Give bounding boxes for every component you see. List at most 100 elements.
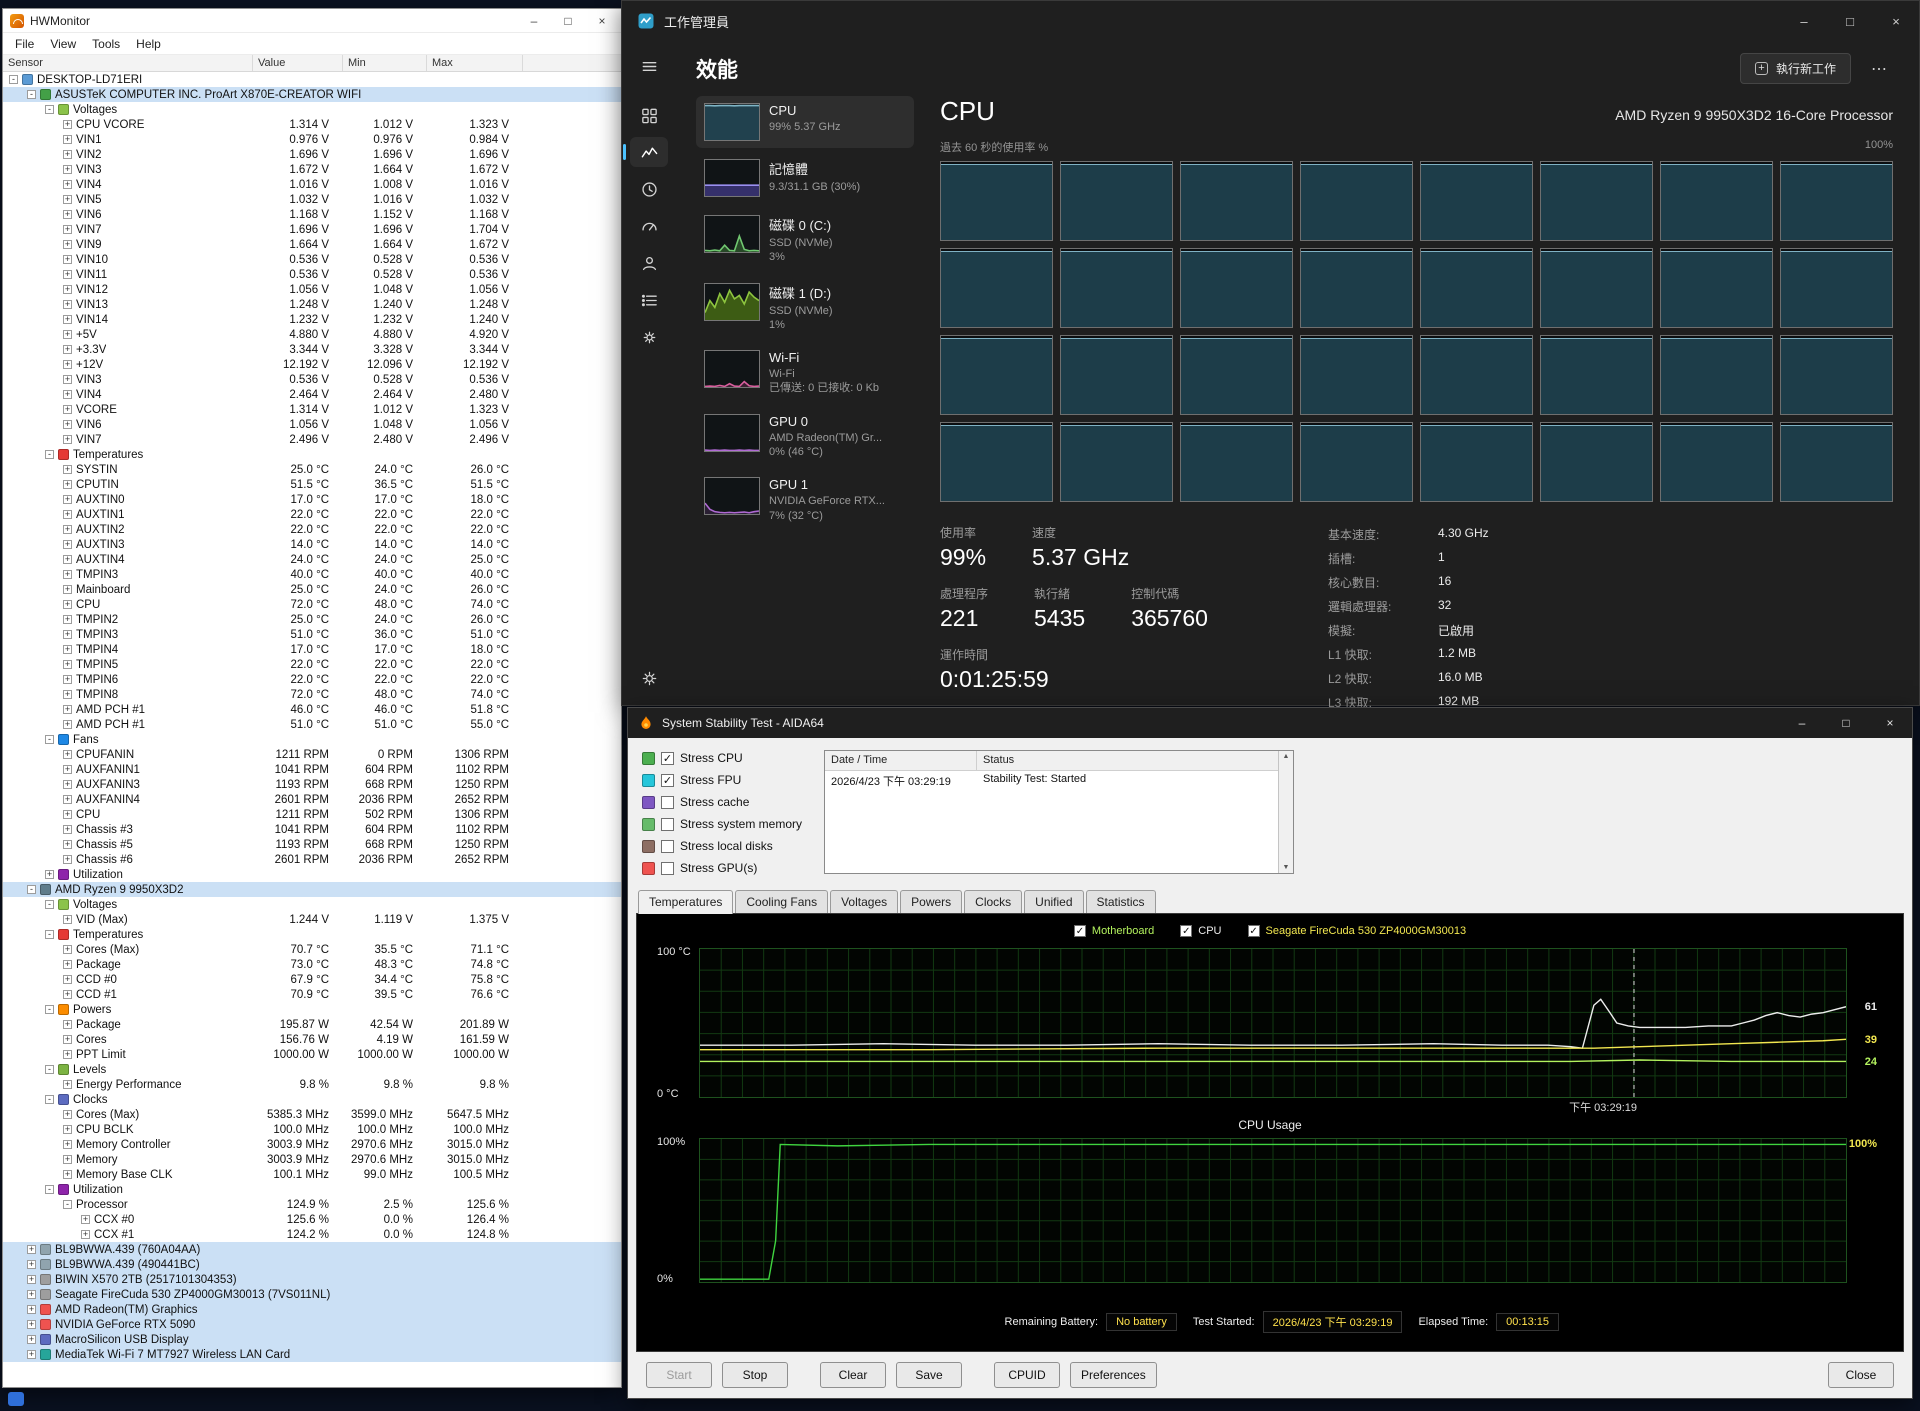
expand-expander-icon[interactable]: + bbox=[63, 345, 72, 354]
collapse-expander-icon[interactable]: - bbox=[9, 75, 18, 84]
close-icon[interactable]: × bbox=[585, 10, 619, 32]
tree-node-row[interactable]: +BL9BWWA.439 (760A04AA) bbox=[3, 1242, 621, 1257]
expand-expander-icon[interactable]: + bbox=[27, 1275, 36, 1284]
tab-unified[interactable]: Unified bbox=[1024, 890, 1083, 913]
tree-node-row[interactable]: -AMD Ryzen 9 9950X3D2 bbox=[3, 882, 621, 897]
expand-expander-icon[interactable]: + bbox=[81, 1215, 90, 1224]
sensor-row[interactable]: +VIN51.032 V1.016 V1.032 V bbox=[3, 192, 621, 207]
expand-expander-icon[interactable]: + bbox=[63, 1035, 72, 1044]
expand-expander-icon[interactable]: + bbox=[27, 1305, 36, 1314]
tab-powers[interactable]: Powers bbox=[900, 890, 962, 913]
expand-expander-icon[interactable]: + bbox=[63, 555, 72, 564]
sensor-row[interactable]: +AUXFANIN31193 RPM668 RPM1250 RPM bbox=[3, 777, 621, 792]
tree-node-row[interactable]: +Utilization bbox=[3, 867, 621, 882]
checkbox[interactable] bbox=[661, 862, 674, 875]
expand-expander-icon[interactable]: + bbox=[63, 780, 72, 789]
checkbox[interactable]: ✓ bbox=[661, 752, 674, 765]
expand-expander-icon[interactable]: + bbox=[63, 375, 72, 384]
stop-button[interactable]: Stop bbox=[722, 1362, 788, 1388]
sensor-row[interactable]: +VIN41.016 V1.008 V1.016 V bbox=[3, 177, 621, 192]
perf-item-gpu0[interactable]: GPU 0AMD Radeon(TM) Gr...0% (46 °C) bbox=[696, 407, 914, 467]
sensor-row[interactable]: +Memory Base CLK100.1 MHz99.0 MHz100.5 M… bbox=[3, 1167, 621, 1182]
expand-expander-icon[interactable]: + bbox=[63, 405, 72, 414]
sensor-row[interactable]: +PPT Limit1000.00 W1000.00 W1000.00 W bbox=[3, 1047, 621, 1062]
sensor-row[interactable]: +CCD #067.9 °C34.4 °C75.8 °C bbox=[3, 972, 621, 987]
tree-node-row[interactable]: -Levels bbox=[3, 1062, 621, 1077]
expand-expander-icon[interactable]: + bbox=[63, 960, 72, 969]
sensor-row[interactable]: +AUXTIN122.0 °C22.0 °C22.0 °C bbox=[3, 507, 621, 522]
checkbox[interactable] bbox=[661, 840, 674, 853]
tree-node-row[interactable]: -Utilization bbox=[3, 1182, 621, 1197]
sensor-row[interactable]: +TMPIN622.0 °C22.0 °C22.0 °C bbox=[3, 672, 621, 687]
sensor-row[interactable]: +Chassis #31041 RPM604 RPM1102 RPM bbox=[3, 822, 621, 837]
perf-item-gpu1[interactable]: GPU 1NVIDIA GeForce RTX...7% (32 °C) bbox=[696, 470, 914, 530]
menu-file[interactable]: File bbox=[7, 37, 42, 51]
expand-expander-icon[interactable]: + bbox=[63, 660, 72, 669]
expand-expander-icon[interactable]: + bbox=[63, 270, 72, 279]
sensor-row[interactable]: +AMD PCH #146.0 °C46.0 °C51.8 °C bbox=[3, 702, 621, 717]
tree-node-row[interactable]: -Fans bbox=[3, 732, 621, 747]
expand-expander-icon[interactable]: + bbox=[63, 975, 72, 984]
sensor-row[interactable]: +SYSTIN25.0 °C24.0 °C26.0 °C bbox=[3, 462, 621, 477]
sensor-row[interactable]: +VIN10.976 V0.976 V0.984 V bbox=[3, 132, 621, 147]
menu-view[interactable]: View bbox=[42, 37, 84, 51]
sensor-row[interactable]: +VIN91.664 V1.664 V1.672 V bbox=[3, 237, 621, 252]
expand-expander-icon[interactable]: + bbox=[81, 1230, 90, 1239]
expand-expander-icon[interactable]: + bbox=[63, 675, 72, 684]
column-sensor[interactable]: Sensor bbox=[3, 55, 253, 71]
sensor-row[interactable]: +AUXFANIN11041 RPM604 RPM1102 RPM bbox=[3, 762, 621, 777]
sensor-row[interactable]: +VCORE1.314 V1.012 V1.323 V bbox=[3, 402, 621, 417]
perf-item-wifi[interactable]: Wi-FiWi-Fi已傳送: 0 已接收: 0 Kb bbox=[696, 343, 914, 403]
tree-node-row[interactable]: +NVIDIA GeForce RTX 5090 bbox=[3, 1317, 621, 1332]
more-options-icon[interactable]: ⋯ bbox=[1865, 59, 1893, 79]
expand-expander-icon[interactable]: + bbox=[27, 1290, 36, 1299]
expand-expander-icon[interactable]: + bbox=[63, 1050, 72, 1059]
checkbox[interactable]: ✓ bbox=[1180, 925, 1192, 937]
sensor-row[interactable]: +TMPIN351.0 °C36.0 °C51.0 °C bbox=[3, 627, 621, 642]
tree-node-row[interactable]: -ASUSTeK COMPUTER INC. ProArt X870E-CREA… bbox=[3, 87, 621, 102]
expand-expander-icon[interactable]: + bbox=[63, 180, 72, 189]
sensor-row[interactable]: +Cores (Max)70.7 °C35.5 °C71.1 °C bbox=[3, 942, 621, 957]
sensor-row[interactable]: +Mainboard25.0 °C24.0 °C26.0 °C bbox=[3, 582, 621, 597]
sensor-row[interactable]: +TMPIN522.0 °C22.0 °C22.0 °C bbox=[3, 657, 621, 672]
sensor-row[interactable]: +CPU VCORE1.314 V1.012 V1.323 V bbox=[3, 117, 621, 132]
expand-expander-icon[interactable]: + bbox=[63, 195, 72, 204]
tab-voltages[interactable]: Voltages bbox=[830, 890, 898, 913]
checkbox[interactable]: ✓ bbox=[661, 774, 674, 787]
sidebar-item-settings[interactable] bbox=[630, 663, 668, 693]
sensor-row[interactable]: +VIN71.696 V1.696 V1.704 V bbox=[3, 222, 621, 237]
sensor-row[interactable]: +AUXTIN017.0 °C17.0 °C18.0 °C bbox=[3, 492, 621, 507]
tree-node-row[interactable]: -DESKTOP-LD71ERI bbox=[3, 72, 621, 87]
expand-expander-icon[interactable]: + bbox=[27, 1245, 36, 1254]
sensor-row[interactable]: +TMPIN225.0 °C24.0 °C26.0 °C bbox=[3, 612, 621, 627]
sensor-row[interactable]: +CPU BCLK100.0 MHz100.0 MHz100.0 MHz bbox=[3, 1122, 621, 1137]
expand-expander-icon[interactable]: + bbox=[63, 1110, 72, 1119]
expand-expander-icon[interactable]: + bbox=[63, 495, 72, 504]
expand-expander-icon[interactable]: + bbox=[63, 1140, 72, 1149]
close-icon[interactable]: × bbox=[1873, 1, 1919, 41]
log-row[interactable]: 2026/4/23 下午 03:29:19Stability Test: Sta… bbox=[825, 771, 1278, 789]
sensor-row[interactable]: +CCX #1124.2 %0.0 %124.8 % bbox=[3, 1227, 621, 1242]
expand-expander-icon[interactable]: + bbox=[27, 1320, 36, 1329]
tree-node-row[interactable]: -Temperatures bbox=[3, 927, 621, 942]
expand-expander-icon[interactable]: + bbox=[63, 300, 72, 309]
expand-expander-icon[interactable]: + bbox=[63, 945, 72, 954]
tab-statistics[interactable]: Statistics bbox=[1086, 890, 1156, 913]
sensor-row[interactable]: +TMPIN417.0 °C17.0 °C18.0 °C bbox=[3, 642, 621, 657]
expand-expander-icon[interactable]: + bbox=[63, 525, 72, 534]
maximize-icon[interactable]: □ bbox=[551, 10, 585, 32]
expand-expander-icon[interactable]: + bbox=[63, 840, 72, 849]
log-scrollbar[interactable]: ▲ ▼ bbox=[1278, 751, 1293, 873]
sensor-row[interactable]: +Chassis #62601 RPM2036 RPM2652 RPM bbox=[3, 852, 621, 867]
expand-expander-icon[interactable]: + bbox=[63, 240, 72, 249]
expand-expander-icon[interactable]: + bbox=[63, 615, 72, 624]
sensor-row[interactable]: +VIN42.464 V2.464 V2.480 V bbox=[3, 387, 621, 402]
sensor-row[interactable]: +TMPIN340.0 °C40.0 °C40.0 °C bbox=[3, 567, 621, 582]
checkbox[interactable]: ✓ bbox=[1248, 925, 1260, 937]
sensor-row[interactable]: +AUXTIN222.0 °C22.0 °C22.0 °C bbox=[3, 522, 621, 537]
tree-node-row[interactable]: +BIWIN X570 2TB (2517101304353) bbox=[3, 1272, 621, 1287]
column-value[interactable]: Value bbox=[253, 55, 343, 71]
sensor-row[interactable]: -Processor124.9 %2.5 %125.6 % bbox=[3, 1197, 621, 1212]
sensor-row[interactable]: +TMPIN872.0 °C48.0 °C74.0 °C bbox=[3, 687, 621, 702]
sidebar-item-services[interactable] bbox=[630, 322, 668, 352]
